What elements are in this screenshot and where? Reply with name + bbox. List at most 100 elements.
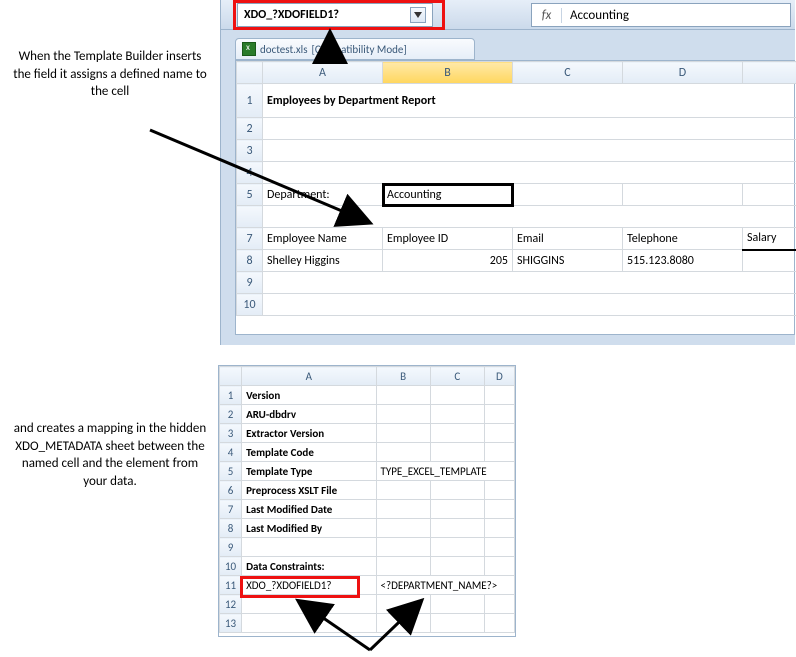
select-all-corner[interactable] [237, 62, 263, 84]
r8-email[interactable]: SHIGGINS [513, 250, 623, 272]
row-header[interactable]: 7 [237, 228, 263, 250]
cell[interactable] [430, 443, 484, 462]
r8-name[interactable]: Shelley Higgins [263, 250, 383, 272]
row-header[interactable]: 9 [237, 272, 263, 294]
cell[interactable] [743, 184, 796, 206]
cell[interactable]: Version [242, 386, 376, 405]
cell[interactable] [263, 294, 796, 316]
cell[interactable] [376, 405, 430, 424]
row-header[interactable]: 3 [237, 140, 263, 162]
cell[interactable] [376, 519, 430, 538]
row-header[interactable]: 1 [237, 84, 263, 118]
cell[interactable] [484, 519, 514, 538]
cell[interactable]: ARU-dbdrv [242, 405, 376, 424]
row-header[interactable]: 13 [220, 614, 242, 633]
hdr-tel[interactable]: Telephone [623, 228, 743, 250]
row-header[interactable]: 2 [237, 118, 263, 140]
cell[interactable] [484, 405, 514, 424]
cell[interactable] [376, 595, 430, 614]
cell[interactable] [484, 443, 514, 462]
formula-bar[interactable]: fx Accounting [531, 3, 791, 27]
hdr-email[interactable]: Email [513, 228, 623, 250]
hdr-empname[interactable]: Employee Name [263, 228, 383, 250]
report-title[interactable]: Employees by Department Report [263, 84, 796, 118]
col-header-a[interactable]: A [263, 62, 383, 84]
row-header[interactable]: 8 [220, 519, 242, 538]
row-header[interactable]: 3 [220, 424, 242, 443]
select-all-corner[interactable] [220, 367, 242, 386]
cell[interactable]: Last Modified Date [242, 500, 376, 519]
row-header[interactable]: 9 [220, 538, 242, 557]
col-header-b[interactable]: B [383, 62, 513, 84]
cell-deptname[interactable]: <?DEPARTMENT_NAME?> [376, 576, 514, 595]
cell[interactable] [430, 519, 484, 538]
cell[interactable] [484, 500, 514, 519]
cell[interactable] [430, 538, 484, 557]
cell[interactable]: Template Type [242, 462, 376, 481]
cell[interactable] [376, 386, 430, 405]
workbook-tab[interactable]: doctest.xls [Compatibility Mode] [235, 38, 475, 60]
cell[interactable]: Last Modified By [242, 519, 376, 538]
cell[interactable]: Data Constraints: [242, 557, 376, 576]
cell[interactable] [430, 386, 484, 405]
dept-value-cell[interactable]: Accounting [383, 184, 513, 206]
row-header[interactable]: 1 [220, 386, 242, 405]
cell[interactable] [263, 118, 796, 140]
r8-id[interactable]: 205 [383, 250, 513, 272]
cell[interactable] [484, 424, 514, 443]
cell-xdofield[interactable]: XDO_?XDOFIELD1? [242, 576, 376, 595]
dept-label-cell[interactable]: Department: [263, 184, 383, 206]
cell[interactable] [263, 206, 796, 228]
cell[interactable]: Preprocess XSLT File [242, 481, 376, 500]
col-header-c[interactable]: C [430, 367, 484, 386]
cell[interactable] [376, 481, 430, 500]
name-box-dropdown[interactable] [410, 7, 426, 23]
cell[interactable] [263, 272, 796, 294]
col-header-a[interactable]: A [242, 367, 376, 386]
row-header[interactable]: 4 [237, 162, 263, 184]
name-box[interactable]: XDO_?XDOFIELD1? [237, 3, 433, 27]
row-header[interactable]: 11 [220, 576, 242, 595]
row-header[interactable] [237, 206, 263, 228]
cell[interactable] [430, 595, 484, 614]
cell[interactable]: Extractor Version [242, 424, 376, 443]
r8-salary[interactable] [743, 250, 796, 272]
cell[interactable]: Template Code [242, 443, 376, 462]
row-header[interactable]: 8 [237, 250, 263, 272]
cell[interactable] [513, 184, 623, 206]
col-header-extra[interactable] [743, 62, 796, 84]
row-header[interactable]: 2 [220, 405, 242, 424]
r8-tel[interactable]: 515.123.8080 [623, 250, 743, 272]
cell[interactable] [376, 500, 430, 519]
cell[interactable] [430, 481, 484, 500]
cell[interactable] [242, 595, 376, 614]
col-header-d[interactable]: D [484, 367, 514, 386]
cell[interactable] [376, 424, 430, 443]
cell[interactable] [263, 162, 796, 184]
cell[interactable] [484, 386, 514, 405]
cell[interactable] [484, 614, 514, 633]
row-header[interactable]: 10 [220, 557, 242, 576]
row-header[interactable]: 6 [220, 481, 242, 500]
hdr-salary[interactable]: Salary [743, 228, 796, 250]
cell[interactable] [242, 614, 376, 633]
cell[interactable] [376, 538, 430, 557]
hdr-empid[interactable]: Employee ID [383, 228, 513, 250]
cell[interactable] [263, 140, 796, 162]
cell[interactable] [430, 424, 484, 443]
cell[interactable] [430, 557, 484, 576]
row-header[interactable]: 7 [220, 500, 242, 519]
col-header-c[interactable]: C [513, 62, 623, 84]
row-header[interactable]: 5 [220, 462, 242, 481]
cell[interactable] [376, 614, 430, 633]
row-header[interactable]: 4 [220, 443, 242, 462]
cell[interactable] [484, 557, 514, 576]
row-header[interactable]: 12 [220, 595, 242, 614]
col-header-d[interactable]: D [623, 62, 743, 84]
cell[interactable] [484, 481, 514, 500]
cell[interactable]: TYPE_EXCEL_TEMPLATE [376, 462, 514, 481]
col-header-b[interactable]: B [376, 367, 430, 386]
cell[interactable] [376, 557, 430, 576]
cell[interactable] [430, 614, 484, 633]
cell[interactable] [242, 538, 376, 557]
